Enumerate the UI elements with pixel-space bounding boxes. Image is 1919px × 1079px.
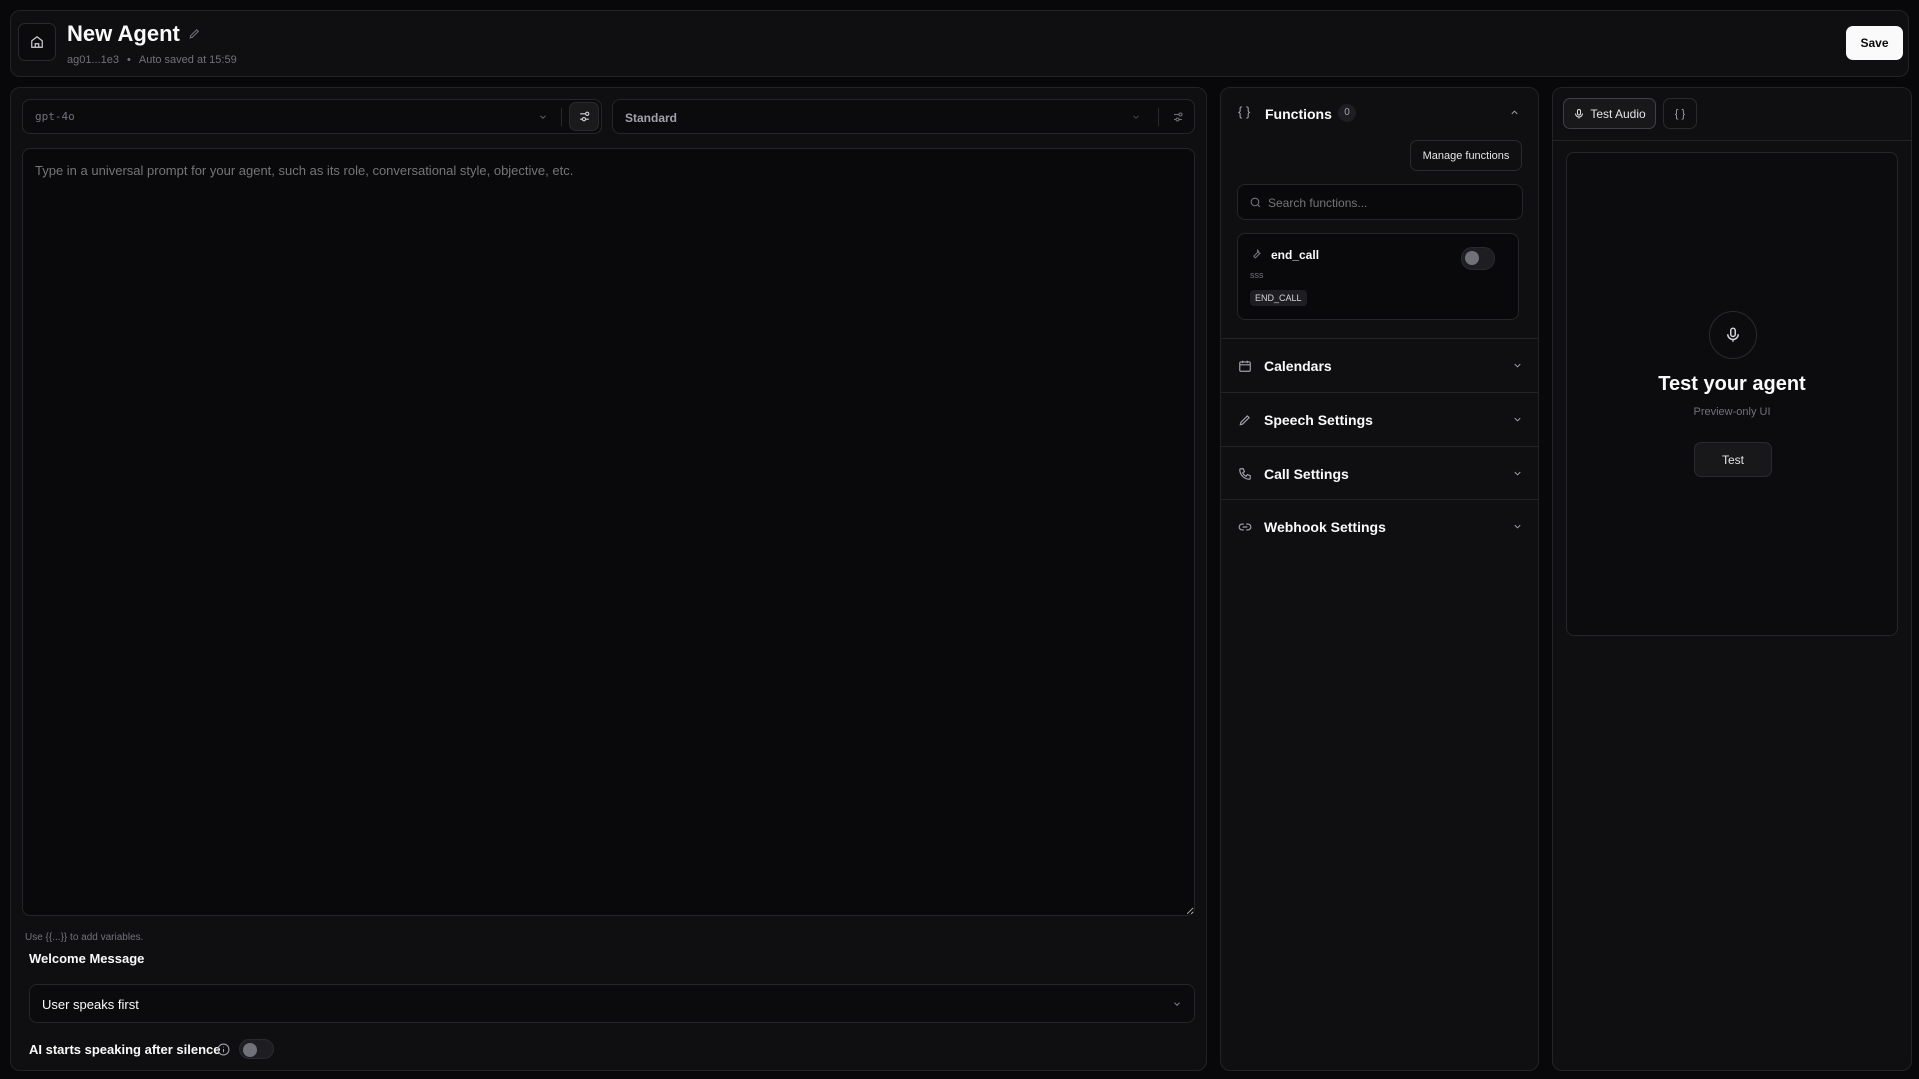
agent-id: ag01...1e3 — [67, 54, 119, 66]
test-title: Test your agent — [1567, 373, 1897, 396]
section-label: Webhook Settings — [1264, 519, 1512, 535]
mic-icon — [1573, 108, 1585, 120]
function-tag: END_CALL — [1250, 290, 1307, 306]
chevron-down-icon — [1512, 468, 1523, 479]
functions-title: Functions — [1265, 106, 1332, 122]
autosave-status: Auto saved at 15:59 — [139, 54, 237, 66]
calendar-icon — [1238, 359, 1252, 373]
chevron-down-icon — [538, 112, 548, 122]
chevron-down-icon — [1131, 112, 1141, 122]
home-icon — [30, 35, 44, 49]
braces-icon: { } — [1238, 104, 1250, 119]
page-title: New Agent — [67, 21, 180, 47]
manage-functions-button[interactable]: Manage functions — [1410, 140, 1522, 171]
phone-icon — [1238, 467, 1252, 481]
mode-value: Standard — [625, 111, 677, 125]
wrench-icon — [1250, 247, 1263, 260]
section-webhook-settings[interactable]: Webhook Settings — [1220, 499, 1539, 553]
section-speech-settings[interactable]: Speech Settings — [1220, 392, 1539, 446]
speech-icon — [1238, 413, 1252, 427]
chevron-down-icon — [1512, 414, 1523, 425]
separator-dot: • — [127, 54, 131, 66]
silence-toggle[interactable] — [239, 1039, 274, 1059]
link-icon — [1238, 520, 1252, 534]
info-icon[interactable] — [217, 1043, 230, 1056]
mode-select[interactable]: Standard — [612, 99, 1195, 134]
model-settings-button[interactable] — [569, 102, 599, 131]
divider — [1553, 140, 1911, 141]
mic-icon — [1724, 326, 1742, 344]
welcome-message-select[interactable]: User speaks first — [29, 984, 1195, 1023]
mic-circle — [1709, 311, 1757, 359]
chevron-down-icon — [1172, 999, 1182, 1009]
search-functions-field[interactable] — [1268, 193, 1508, 213]
section-label: Speech Settings — [1264, 412, 1512, 428]
function-name: end_call — [1271, 248, 1319, 262]
model-value: gpt-4o — [35, 110, 75, 123]
tab-label: Test Audio — [1590, 107, 1645, 121]
mode-settings-icon[interactable] — [1172, 111, 1184, 123]
function-description: sss — [1250, 270, 1264, 280]
section-label: Calendars — [1264, 358, 1512, 374]
tab-json[interactable]: { } — [1663, 98, 1697, 129]
chevron-down-icon — [1512, 360, 1523, 371]
chevron-up-icon[interactable] — [1509, 107, 1520, 118]
home-button[interactable] — [18, 23, 56, 61]
prompt-textarea[interactable] — [22, 148, 1195, 916]
test-button[interactable]: Test — [1694, 442, 1772, 477]
section-label: Call Settings — [1264, 466, 1512, 482]
tab-test-audio[interactable]: Test Audio — [1563, 98, 1656, 129]
test-card: Test your agent Preview-only UI Test — [1566, 152, 1898, 636]
sliders-icon — [578, 110, 591, 123]
section-calendars[interactable]: Calendars — [1220, 338, 1539, 392]
search-icon — [1249, 196, 1262, 209]
functions-count-badge: 0 — [1338, 104, 1356, 122]
edit-title-icon[interactable] — [188, 27, 201, 40]
function-card[interactable]: end_call sss END_CALL — [1237, 233, 1519, 320]
welcome-message-label: Welcome Message — [29, 951, 144, 966]
function-toggle[interactable] — [1461, 247, 1495, 270]
silence-label: AI starts speaking after silence — [29, 1042, 220, 1057]
section-call-settings[interactable]: Call Settings — [1220, 446, 1539, 500]
chevron-down-icon — [1512, 521, 1523, 532]
test-subtitle: Preview-only UI — [1567, 406, 1897, 418]
header-bar — [10, 10, 1909, 77]
save-button[interactable]: Save — [1846, 26, 1903, 60]
model-select[interactable]: gpt-4o — [22, 99, 602, 134]
welcome-message-value: User speaks first — [42, 997, 139, 1012]
search-functions-input[interactable] — [1237, 184, 1523, 220]
variables-hint: Use {{...}} to add variables. — [25, 932, 143, 943]
